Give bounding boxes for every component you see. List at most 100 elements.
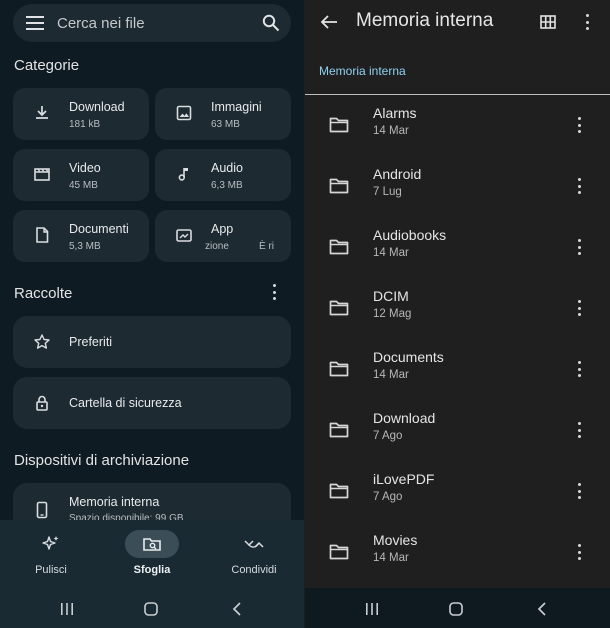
folder-date: 14 Mar [373,247,409,259]
category-name: Video [69,161,101,175]
home-icon[interactable] [142,600,160,618]
folder-date: 7 Ago [373,491,403,503]
folder-row[interactable]: Android 7 Lug [305,158,610,219]
back-nav-icon[interactable] [228,600,246,618]
category-images[interactable]: Immagini 63 MB [155,88,291,140]
folder-name: DCIM [373,288,409,304]
category-size: 45 MB [69,180,98,191]
search-bar[interactable]: Cerca nei file [13,4,291,42]
folder-icon [329,178,349,194]
music-note-icon [178,168,188,181]
category-name: App [211,222,234,236]
top-app-bar: Memoria interna [305,0,610,44]
category-documents[interactable]: Documenti 5,3 MB [13,210,149,262]
folder-icon [329,117,349,133]
browse-icon [125,530,179,558]
star-icon [34,334,50,349]
search-placeholder[interactable]: Cerca nei file [57,15,251,32]
search-icon[interactable] [251,4,291,42]
folder-row[interactable]: Audiobooks 14 Mar [305,219,610,280]
category-video[interactable]: Video 45 MB [13,149,149,201]
folder-row[interactable]: iLovePDF 7 Ago [305,463,610,524]
nav-browse[interactable]: Sfoglia [112,530,192,586]
hamburger-menu-icon[interactable] [13,4,57,42]
collections-title: Raccolte [14,285,73,302]
app-icon [176,229,192,242]
folder-row[interactable]: Documents 14 Mar [305,341,610,402]
folder-row[interactable]: Download 7 Ago [305,402,610,463]
folder-icon [329,544,349,560]
collection-name: Cartella di sicurezza [69,396,182,410]
folder-date: 14 Mar [373,369,409,381]
back-nav-icon[interactable] [533,600,551,618]
system-navigation-bar [305,588,610,628]
folder-more-icon[interactable] [573,543,585,561]
storage-name: Memoria interna [69,495,160,509]
back-arrow-icon[interactable] [317,10,341,34]
more-options-icon[interactable] [579,12,595,32]
category-name: Immagini [211,100,262,114]
folder-icon [329,422,349,438]
categories-title: Categorie [14,57,80,74]
folder-more-icon[interactable] [573,360,585,378]
download-icon [36,106,48,119]
folder-date: 7 Ago [373,430,403,442]
folder-more-icon[interactable] [573,299,585,317]
folder-name: Download [373,410,436,426]
folder-more-icon[interactable] [573,421,585,439]
video-icon [34,168,50,181]
share-icon [227,530,281,558]
folder-more-icon[interactable] [573,238,585,256]
phone-icon [36,501,48,519]
bottom-navigation: Pulisci Sfoglia Condividi [0,520,304,590]
folder-row[interactable]: Movies 14 Mar [305,524,610,585]
folder-more-icon[interactable] [573,116,585,134]
collection-favorites[interactable]: Preferiti [13,316,291,368]
category-size: 181 kB [69,119,101,130]
folder-name: Movies [373,532,418,548]
nav-label: Condividi [231,564,277,576]
category-audio[interactable]: Audio 6,3 MB [155,149,291,201]
collections-more-icon[interactable] [266,283,282,301]
grid-view-icon[interactable] [538,12,558,32]
recents-icon[interactable] [363,600,381,618]
home-icon[interactable] [447,600,465,618]
folder-icon [329,239,349,255]
nav-label: Sfoglia [133,564,171,576]
category-size: 6,3 MB [211,180,243,191]
category-name: Documenti [69,222,129,236]
breadcrumb-divider [305,94,610,95]
folder-date: 12 Mag [373,308,412,320]
category-size: 5,3 MB [69,241,101,252]
folder-name: Alarms [373,105,417,121]
nav-share[interactable]: Condividi [214,530,294,586]
folder-date: 14 Mar [373,552,409,564]
document-icon [36,227,49,243]
category-meta: zione [205,241,229,252]
category-name: Audio [211,161,243,175]
folder-icon [329,483,349,499]
folder-name: Documents [373,349,444,365]
category-name: Download [69,100,125,114]
files-browse-panel: Cerca nei file Categorie Download 181 kB… [0,0,304,628]
lock-icon [36,395,48,411]
folder-row[interactable]: Alarms 14 Mar [305,97,610,158]
folder-name: Audiobooks [373,227,447,243]
category-apps[interactable]: App zione È ri [155,210,291,262]
folder-more-icon[interactable] [573,177,585,195]
image-icon [176,105,192,121]
collection-name: Preferiti [69,335,113,349]
category-download[interactable]: Download 181 kB [13,88,149,140]
recents-icon[interactable] [58,600,76,618]
sparkle-icon [24,530,78,558]
collection-secure-folder[interactable]: Cartella di sicurezza [13,377,291,429]
breadcrumb[interactable]: Memoria interna [319,64,406,78]
folder-icon [329,300,349,316]
nav-clean[interactable]: Pulisci [11,530,91,586]
folder-date: 14 Mar [373,125,409,137]
folder-more-icon[interactable] [573,482,585,500]
folder-row[interactable]: DCIM 12 Mag [305,280,610,341]
folder-name: iLovePDF [373,471,435,487]
folder-name: Android [373,166,422,182]
storage-title: Dispositivi di archiviazione [14,452,190,469]
